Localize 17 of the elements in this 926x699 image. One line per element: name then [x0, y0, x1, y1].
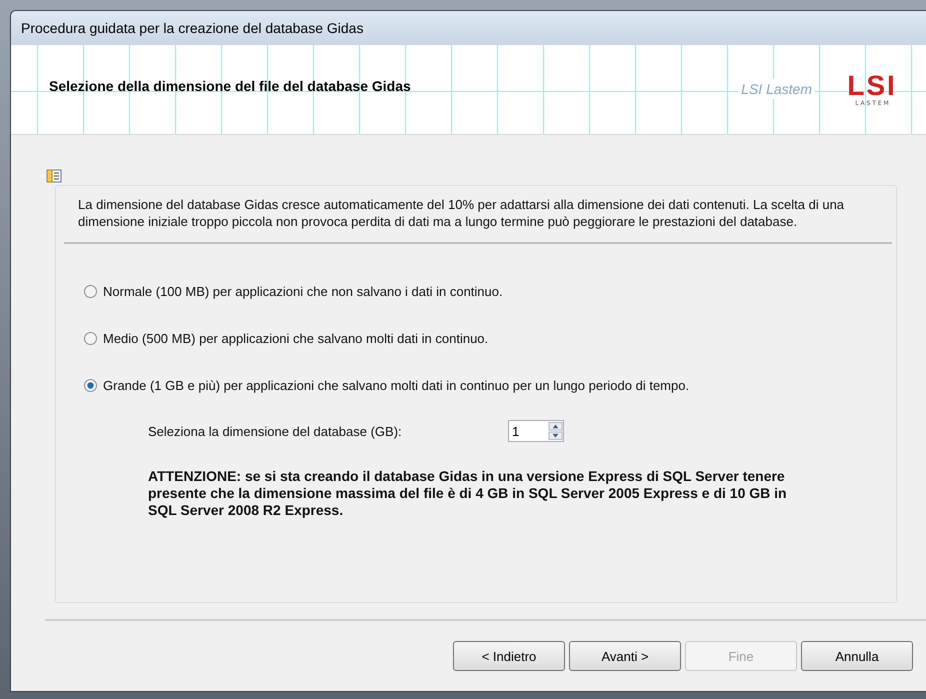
logo-mark: LSI: [847, 72, 897, 100]
radio-option[interactable]: Medio (500 MB) per applicazioni che salvano molti dati in continuo.: [84, 331, 884, 346]
wizard-button[interactable]: Avanti >: [569, 641, 681, 671]
wizard-button[interactable]: Annulla: [801, 641, 913, 671]
brand-name: LSI Lastem: [738, 79, 815, 100]
page-title: Selezione della dimensione del file del database Gidas: [49, 78, 412, 94]
size-spinner[interactable]: 1: [508, 420, 564, 442]
radio-option[interactable]: Grande (1 GB e più) per applicazioni che salvano molti dati in continuo per un lungo periodo di tempo.: [84, 378, 884, 393]
info-icon: [45, 167, 63, 185]
radio-option[interactable]: Normale (100 MB) per applicazioni che non salvano i dati in continuo.: [84, 284, 884, 299]
wizard-button[interactable]: < Indietro: [453, 641, 565, 671]
window-title: Procedura guidata per la creazione del database Gidas: [21, 20, 364, 36]
spin-arrows-icon: [548, 421, 563, 441]
size-field[interactable]: 1: [509, 421, 548, 441]
size-label: Seleziona la dimensione del database (GB):: [148, 424, 403, 438]
warning-text: ATTENZIONE: se si sta creando il database Gidas in una versione Express di SQL Server tenere presente che la dimensione massima del file è di 4 GB in SQL Server 2005 Express e di 10 GB in SQL Server 2008 R2 Express.: [148, 468, 788, 519]
info-text: La dimensione del database Gidas cresce automaticamente del 10% per adattarsi alla dimensione dei dati contenuti. La scelta di una dimensione iniziale troppo piccola non provoca perdita di dati ma a lungo termine può peggiorare le prestazioni del database.: [64, 196, 892, 244]
